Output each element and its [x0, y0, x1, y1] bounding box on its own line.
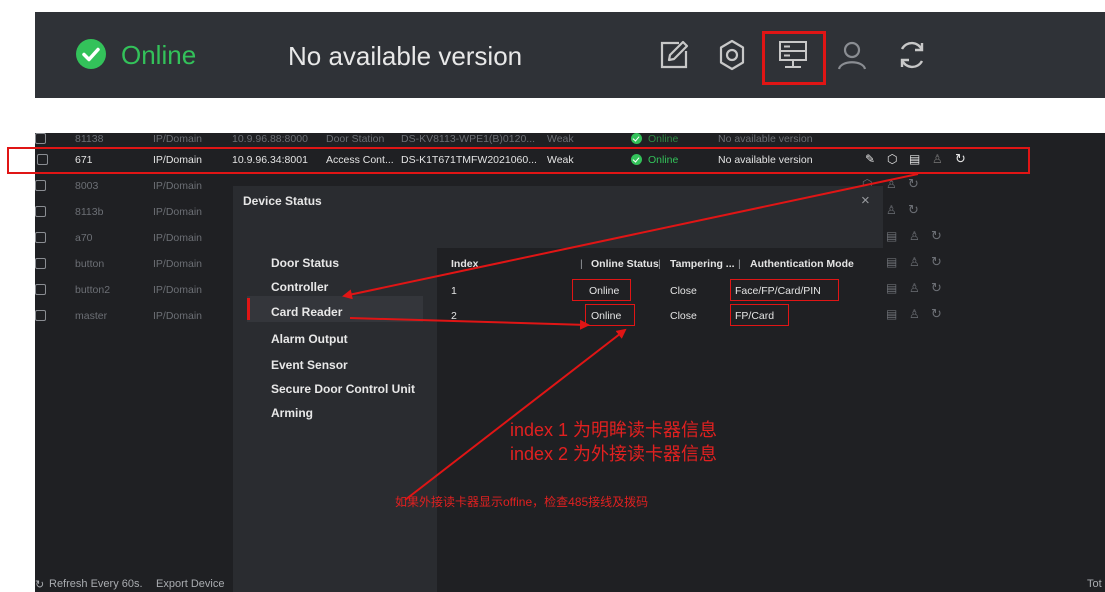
arrow-hint-to-online — [404, 328, 627, 501]
annotation-arrows — [342, 173, 919, 501]
screenshot-root: Online No available version 81138 IP/Dom… — [0, 0, 1105, 592]
arrow-row-to-controller — [342, 173, 919, 300]
arrow-card-reader-to-online — [349, 317, 590, 330]
